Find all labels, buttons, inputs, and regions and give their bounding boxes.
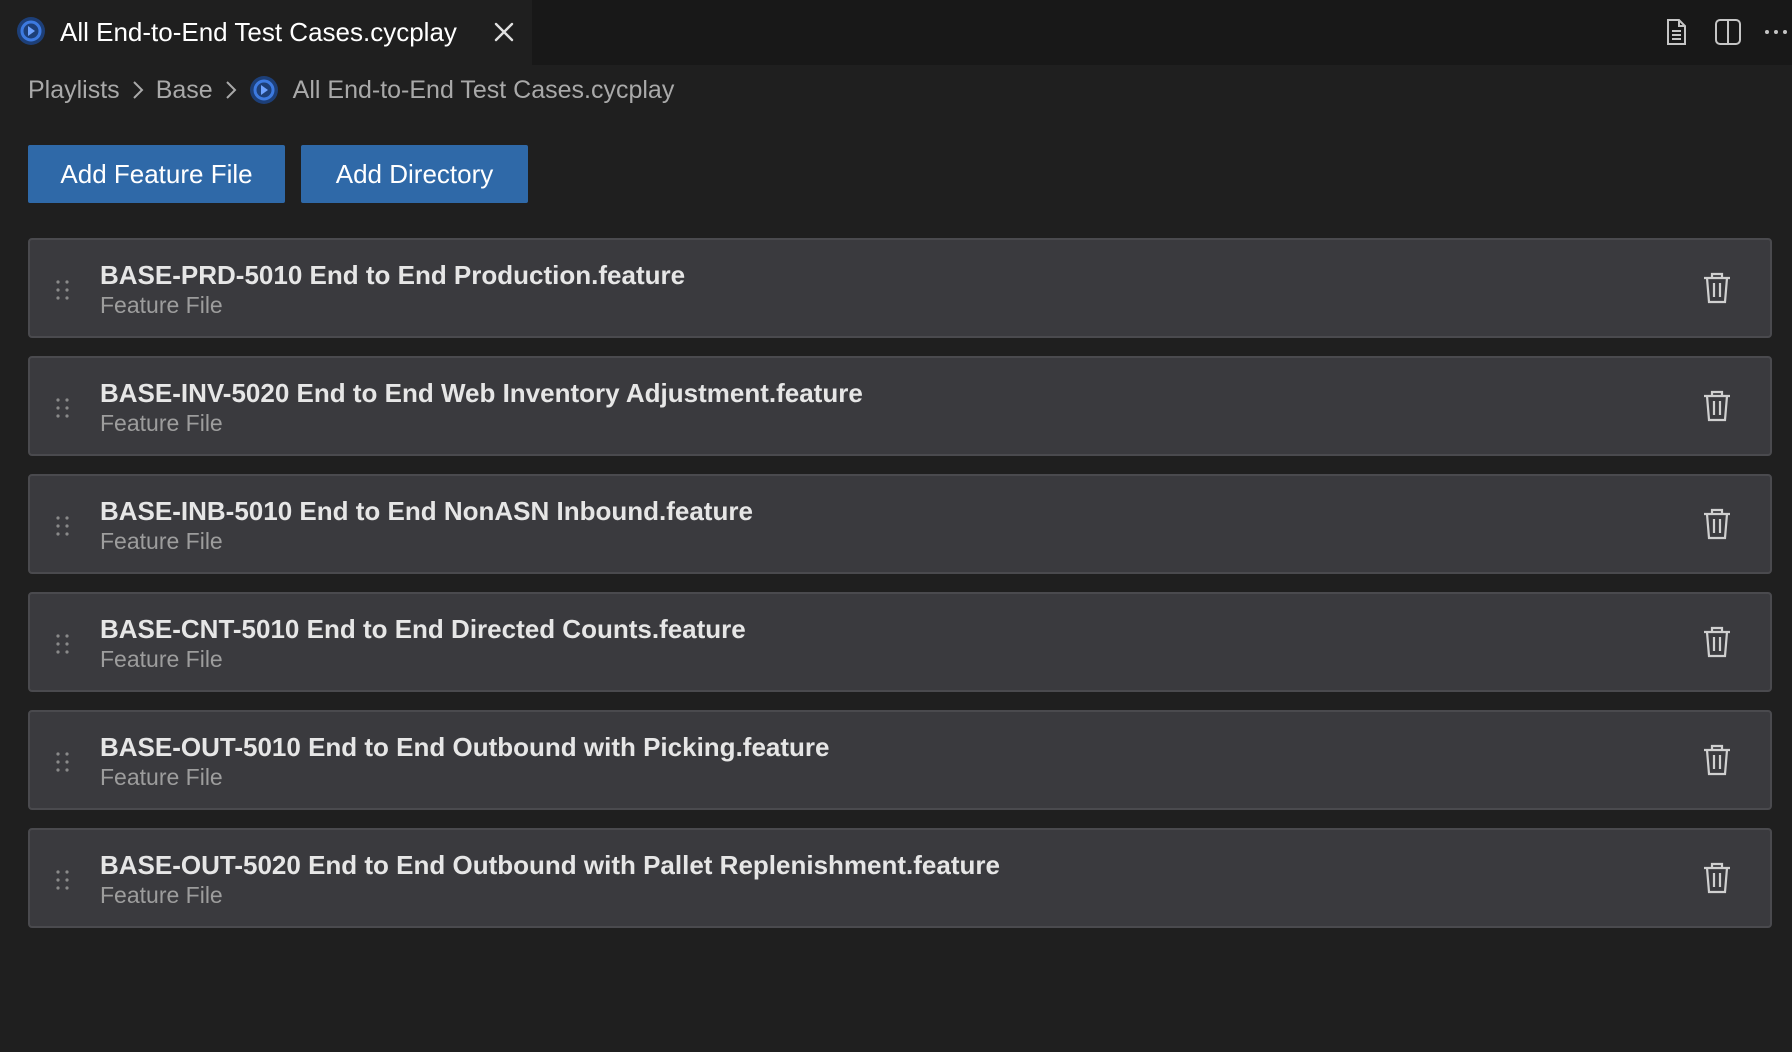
item-title: BASE-OUT-5010 End to End Outbound with P… (100, 732, 830, 762)
item-type: Feature File (100, 528, 223, 554)
drag-handle-icon[interactable] (54, 396, 72, 420)
item-title: BASE-CNT-5010 End to End Directed Counts… (100, 614, 746, 644)
more-actions-icon[interactable] (1760, 16, 1792, 48)
list-item[interactable]: BASE-OUT-5010 End to End Outbound with P… (28, 710, 1772, 810)
list-item[interactable]: BASE-INB-5010 End to End NonASN Inbound.… (28, 474, 1772, 574)
trash-icon[interactable] (1700, 270, 1734, 306)
list-item[interactable]: BASE-INV-5020 End to End Web Inventory A… (28, 356, 1772, 456)
add-feature-file-button[interactable]: Add Feature File (28, 145, 285, 203)
item-title: BASE-PRD-5010 End to End Production.feat… (100, 260, 686, 290)
item-type: Feature File (100, 410, 223, 436)
breadcrumb-item-playlists[interactable]: Playlists (28, 76, 120, 105)
breadcrumb-item-file[interactable]: All End-to-End Test Cases.cycplay (293, 76, 675, 105)
list-item[interactable]: BASE-OUT-5020 End to End Outbound with P… (28, 828, 1772, 928)
item-type: Feature File (100, 646, 223, 672)
item-title: BASE-INB-5010 End to End NonASN Inbound.… (100, 496, 753, 526)
trash-icon[interactable] (1700, 624, 1734, 660)
drag-handle-icon[interactable] (54, 278, 72, 302)
split-editor-icon[interactable] (1712, 16, 1744, 48)
chevron-right-icon (132, 81, 144, 99)
item-title: BASE-INV-5020 End to End Web Inventory A… (100, 378, 863, 408)
drag-handle-icon[interactable] (54, 514, 72, 538)
item-type: Feature File (100, 882, 223, 908)
cycplay-logo-icon (17, 17, 45, 45)
drag-handle-icon[interactable] (54, 750, 72, 774)
list-item[interactable]: BASE-CNT-5010 End to End Directed Counts… (28, 592, 1772, 692)
list-item[interactable]: BASE-PRD-5010 End to End Production.feat… (28, 238, 1772, 338)
item-title: BASE-OUT-5020 End to End Outbound with P… (100, 850, 1000, 880)
add-directory-button[interactable]: Add Directory (301, 145, 528, 203)
item-type: Feature File (100, 292, 223, 318)
editor-tab[interactable]: All End-to-End Test Cases.cycplay (0, 0, 532, 65)
item-type: Feature File (100, 764, 223, 790)
drag-handle-icon[interactable] (54, 632, 72, 656)
breadcrumb-item-base[interactable]: Base (156, 76, 213, 105)
trash-icon[interactable] (1700, 388, 1734, 424)
tab-title: All End-to-End Test Cases.cycplay (60, 17, 457, 47)
trash-icon[interactable] (1700, 742, 1734, 778)
open-file-icon[interactable] (1660, 16, 1692, 48)
breadcrumb: Playlists Base All End-to-End Test Cases… (28, 68, 674, 112)
drag-handle-icon[interactable] (54, 868, 72, 892)
close-icon[interactable] (490, 18, 518, 46)
trash-icon[interactable] (1700, 506, 1734, 542)
editor-tab-bar: All End-to-End Test Cases.cycplay (0, 0, 1792, 65)
trash-icon[interactable] (1700, 860, 1734, 896)
playlist-items: BASE-PRD-5010 End to End Production.feat… (28, 238, 1772, 946)
cycplay-logo-icon (249, 76, 278, 104)
chevron-right-icon (225, 81, 237, 99)
